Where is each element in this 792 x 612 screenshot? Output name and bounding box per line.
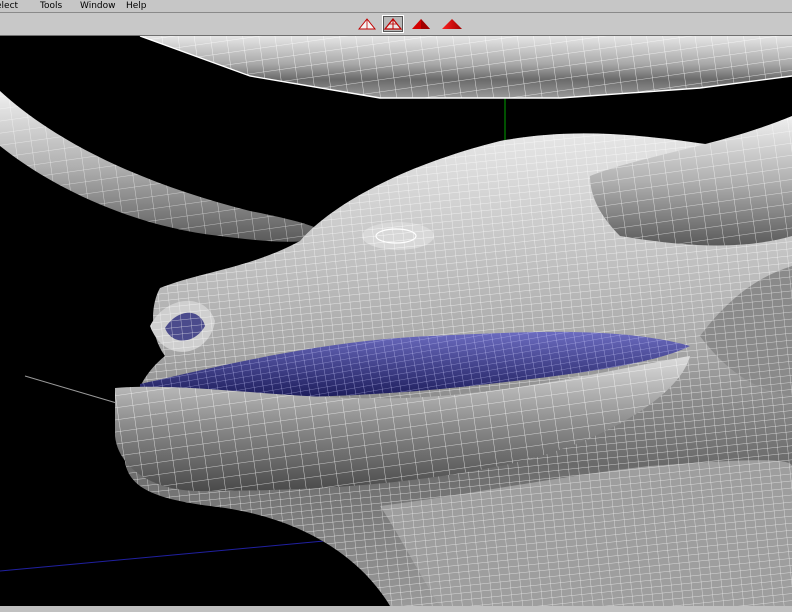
smooth-shaded-button[interactable] [440, 15, 462, 33]
wireframe-on-shaded-icon [383, 18, 403, 30]
viewport-scene [0, 36, 792, 606]
wireframe-on-shaded-button[interactable] [382, 15, 404, 33]
menu-window[interactable]: Window [80, 0, 116, 12]
shading-toolbar [0, 13, 792, 36]
menu-help[interactable]: Help [126, 0, 147, 12]
upper-body-mesh[interactable] [139, 36, 792, 99]
smooth-shaded-icon [442, 19, 462, 29]
wireframe-shade-button[interactable] [356, 15, 378, 33]
grid-line [24, 375, 121, 405]
status-strip [0, 606, 792, 612]
menu-bar: elect Tools Window Help [0, 0, 792, 13]
menu-tools[interactable]: Tools [40, 0, 62, 12]
wireframe-shade-icon [357, 18, 377, 30]
horn-mesh[interactable] [0, 91, 330, 242]
eye-mesh [362, 222, 434, 250]
shaded-button[interactable] [410, 15, 432, 33]
shaded-icon [412, 19, 430, 29]
3d-viewport[interactable] [0, 36, 792, 606]
menu-select[interactable]: elect [0, 0, 18, 12]
